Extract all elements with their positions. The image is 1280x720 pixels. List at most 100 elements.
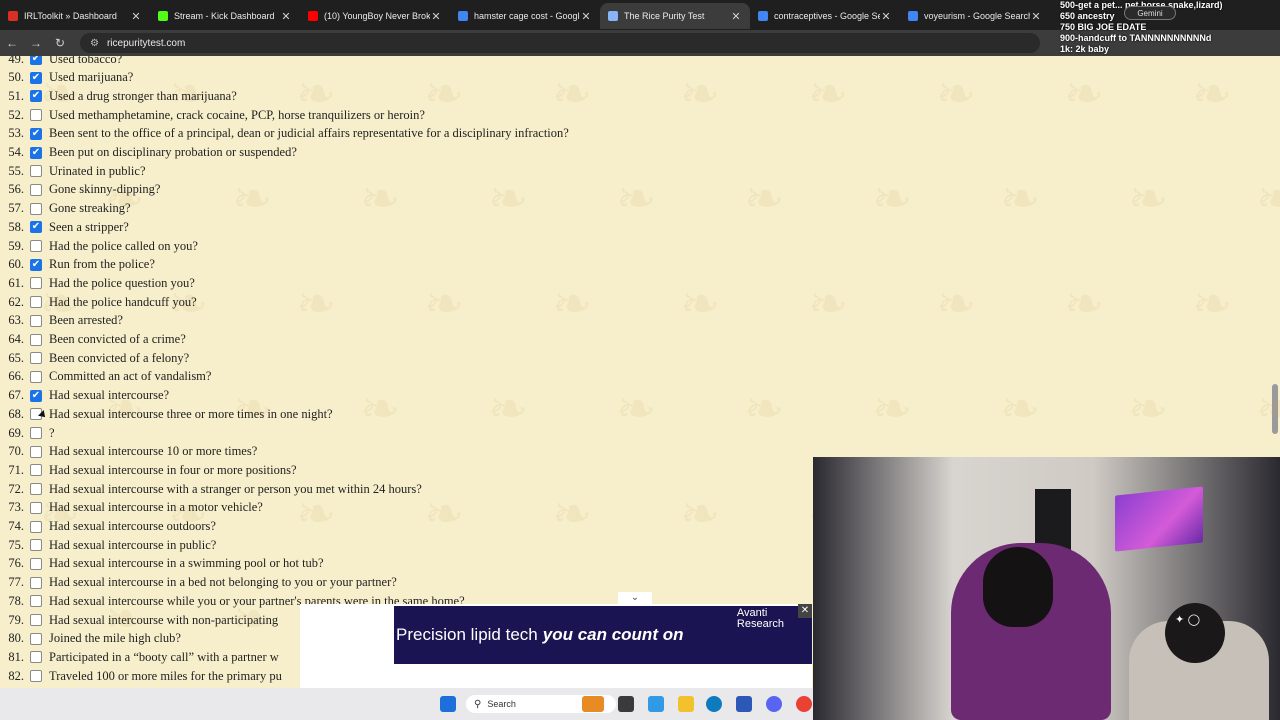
question-checkbox[interactable] (30, 520, 42, 533)
question-checkbox[interactable] (30, 464, 42, 477)
question-row[interactable]: 65. Been convicted of a felony? (0, 349, 189, 367)
question-checkbox[interactable] (30, 632, 42, 645)
question-checkbox[interactable]: ✔ (30, 127, 42, 140)
question-row[interactable]: 50. ✔ Used marijuana? (0, 69, 133, 87)
question-row[interactable]: 76. Had sexual intercourse in a swimming … (0, 555, 323, 573)
question-row[interactable]: 68. Had sexual intercourse three or more … (0, 405, 332, 423)
question-row[interactable]: 62. Had the police handcuff you? (0, 293, 196, 311)
question-checkbox[interactable] (30, 445, 42, 458)
question-row[interactable]: 69.? (0, 424, 54, 442)
question-checkbox[interactable] (30, 296, 42, 309)
question-row[interactable]: 56. Gone skinny-dipping? (0, 181, 160, 199)
question-row[interactable]: 55. Urinated in public? (0, 162, 145, 180)
browser-tab[interactable]: Stream - Kick Dashboard ✕ (150, 3, 300, 29)
question-row[interactable]: 77. Had sexual intercourse in a bed not b… (0, 574, 396, 592)
question-row[interactable]: 75. Had sexual intercourse in public? (0, 536, 216, 554)
reload-icon[interactable]: ↻ (48, 36, 72, 50)
question-checkbox[interactable] (30, 651, 42, 664)
question-row[interactable]: 79. Had sexual intercourse with non-parti… (0, 611, 278, 629)
tab-close-icon[interactable]: ✕ (730, 10, 742, 23)
question-checkbox[interactable] (30, 240, 42, 252)
question-checkbox[interactable] (30, 483, 42, 496)
windows-start-icon[interactable] (440, 696, 456, 712)
browser-tab[interactable]: (10) YoungBoy Never Broke A✕ (300, 3, 450, 29)
question-checkbox[interactable] (30, 333, 42, 346)
question-row[interactable]: 63. Been arrested? (0, 312, 123, 330)
question-row[interactable]: 59. Had the police called on you? (0, 237, 198, 255)
question-row[interactable]: 64. Been convicted of a crime? (0, 331, 186, 349)
back-icon[interactable]: ← (0, 36, 24, 50)
tab-close-icon[interactable]: ✕ (880, 10, 892, 23)
question-row[interactable]: 70. Had sexual intercourse 10 or more tim… (0, 443, 257, 461)
question-checkbox[interactable] (30, 576, 42, 589)
tab-close-icon[interactable]: ✕ (580, 10, 592, 23)
question-row[interactable]: 66. Committed an act of vandalism? (0, 368, 211, 386)
edge-icon[interactable] (706, 696, 722, 712)
copilot-icon[interactable] (648, 696, 664, 712)
question-checkbox[interactable] (30, 427, 42, 439)
question-checkbox[interactable] (30, 539, 42, 552)
question-checkbox[interactable] (30, 352, 42, 365)
question-text: Been convicted of a crime? (49, 332, 186, 346)
question-row[interactable]: 82. Traveled 100 or more miles for the pr… (0, 667, 281, 685)
question-row[interactable]: 61. Had the police question you? (0, 274, 194, 292)
question-checkbox[interactable] (30, 165, 42, 178)
question-row[interactable]: 54. ✔ Been put on disciplinary probation o… (0, 144, 297, 162)
browser-tab[interactable]: IRLToolkit » Dashboard ✕ (0, 3, 150, 29)
close-icon[interactable]: ✕ (798, 604, 812, 618)
task-view-icon[interactable] (618, 696, 634, 712)
question-checkbox[interactable] (30, 370, 42, 383)
store-icon[interactable] (736, 696, 752, 712)
question-checkbox[interactable] (30, 595, 42, 608)
question-checkbox[interactable] (30, 314, 42, 327)
question-checkbox[interactable] (30, 277, 42, 290)
gemini-button[interactable]: Gemini (1124, 6, 1176, 20)
question-checkbox[interactable]: ✔ (30, 56, 42, 65)
question-checkbox[interactable] (30, 202, 42, 215)
question-row[interactable]: 53. ✔ Been sent to the office of a princip… (0, 125, 568, 143)
question-checkbox[interactable]: ✔ (30, 90, 42, 103)
tab-close-icon[interactable]: ✕ (280, 10, 292, 23)
question-row[interactable]: 74. Had sexual intercourse outdoors? (0, 518, 216, 536)
browser-tab[interactable]: The Rice Purity Test ✕ (600, 3, 750, 29)
browser-tab[interactable]: hamster cage cost - Google S✕ (450, 3, 600, 29)
question-checkbox[interactable] (30, 670, 42, 683)
question-checkbox[interactable]: ✔ (30, 146, 42, 159)
widget-icon[interactable] (582, 696, 604, 712)
chrome-icon[interactable] (796, 696, 812, 712)
ad-banner[interactable]: ⌄ Precision lipid tech you can count on … (300, 592, 812, 688)
question-row[interactable]: 58. ✔ Seen a stripper? (0, 218, 128, 236)
question-row[interactable]: 67. ✔ Had sexual intercourse? (0, 387, 169, 405)
question-row[interactable]: 49. ✔ Used tobacco? (0, 56, 122, 68)
tab-close-icon[interactable]: ✕ (1030, 10, 1042, 23)
question-checkbox[interactable] (30, 614, 42, 626)
tab-close-icon[interactable]: ✕ (430, 10, 442, 23)
question-checkbox[interactable]: ✔ (30, 221, 42, 234)
question-row[interactable]: 57. Gone streaking? (0, 200, 130, 218)
question-row[interactable]: 72. Had sexual intercourse with a strange… (0, 480, 421, 498)
tab-favicon-icon (908, 11, 918, 21)
discord-icon[interactable] (766, 696, 782, 712)
chevron-down-icon[interactable]: ⌄ (618, 592, 652, 606)
question-checkbox[interactable] (30, 501, 42, 514)
question-checkbox[interactable] (30, 557, 42, 570)
question-checkbox[interactable]: ✔ (30, 258, 42, 271)
question-row[interactable]: 81. Participated in a “booty call” with a… (0, 648, 278, 666)
browser-tab[interactable]: voyeurism - Google Search ✕ (900, 3, 1050, 29)
question-row[interactable]: 51. ✔ Used a drug stronger than marijuana? (0, 87, 236, 105)
question-checkbox[interactable]: ✔ (30, 71, 42, 84)
file-explorer-icon[interactable] (678, 696, 694, 712)
question-row[interactable]: 73. Had sexual intercourse in a motor veh… (0, 499, 262, 517)
site-info-icon[interactable]: ⚙ (90, 38, 99, 49)
question-checkbox[interactable]: ✔ (30, 389, 42, 402)
forward-icon[interactable]: → (24, 36, 48, 50)
question-row[interactable]: 52. Used methamphetamine, crack cocaine, … (0, 106, 425, 124)
url-field[interactable]: ⚙ ricepuritytest.com (80, 33, 1040, 53)
question-row[interactable]: 80. Joined the mile high club? (0, 630, 181, 648)
question-row[interactable]: 60. ✔ Run from the police? (0, 256, 155, 274)
browser-tab[interactable]: contraceptives - Google Sea ✕ (750, 3, 900, 29)
tab-close-icon[interactable]: ✕ (130, 10, 142, 23)
question-checkbox[interactable] (30, 183, 42, 196)
question-row[interactable]: 71. Had sexual intercourse in four or mor… (0, 461, 296, 479)
question-checkbox[interactable] (30, 109, 42, 122)
